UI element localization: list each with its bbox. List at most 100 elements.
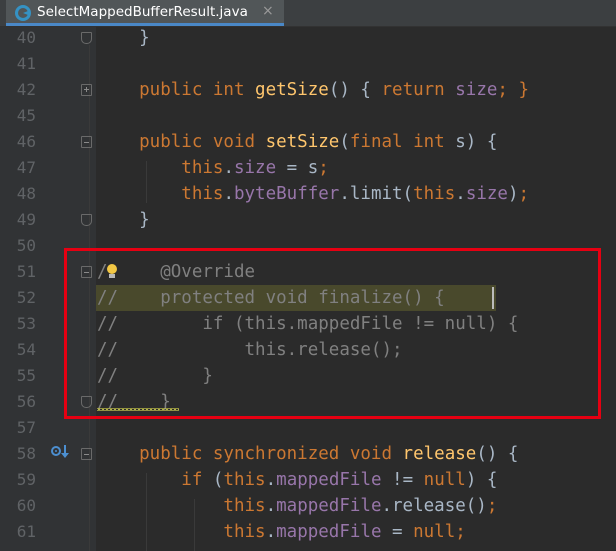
code-token: null (423, 470, 466, 490)
code-line[interactable]: 61 this.mappedFile = null; (0, 519, 616, 545)
close-icon[interactable]: × (262, 3, 274, 19)
code-token: s) { (455, 132, 498, 152)
override-marker-icon[interactable] (50, 443, 72, 465)
code-token: . (223, 184, 234, 204)
code-token: size (465, 184, 508, 204)
code-token: mappedFile (276, 470, 382, 490)
code-token: ; } (497, 80, 530, 100)
line-number: 52 (16, 288, 36, 307)
fold-expand-icon[interactable] (81, 84, 92, 96)
code-text: this.byteBuffer.limit(this.size); (97, 181, 529, 207)
code-text: this.size = s; (97, 155, 329, 181)
code-text: this.mappedFile.release(); (97, 493, 497, 519)
code-line[interactable]: 59 if (this.mappedFile != null) { (0, 467, 616, 493)
code-token: mappedFile (276, 522, 382, 542)
line-number: 54 (16, 340, 36, 359)
code-token: ) { (465, 470, 498, 490)
code-token: public synchronized void (97, 444, 403, 464)
code-token: release (402, 444, 477, 464)
code-line[interactable]: 45 (0, 103, 616, 129)
code-line[interactable]: 47 this.size = s; (0, 155, 616, 181)
line-number: 61 (16, 522, 36, 541)
code-token: size (233, 158, 277, 178)
code-text: } (97, 25, 150, 51)
editor-tab-bar: SelectMappedBufferResult.java × (0, 0, 616, 27)
code-token: setSize (265, 132, 340, 152)
code-token: . (455, 184, 466, 204)
code-token: return (381, 80, 456, 100)
annotation-highlight-box (64, 248, 601, 419)
code-line[interactable]: 58 public synchronized void release() { (0, 441, 616, 467)
line-number: 46 (16, 132, 36, 151)
line-number: 57 (16, 418, 36, 437)
code-token: this (223, 470, 266, 490)
code-token: ; (518, 184, 530, 204)
code-line[interactable]: 48 this.byteBuffer.limit(this.size); (0, 181, 616, 207)
line-number: 41 (16, 54, 36, 73)
java-class-icon (15, 5, 31, 21)
line-number: 58 (16, 444, 36, 463)
code-token: size (455, 80, 498, 100)
code-token: .release() (381, 496, 487, 516)
code-token: ; (455, 522, 466, 542)
code-token: } (97, 210, 150, 230)
code-token: this (97, 184, 224, 204)
code-token: this (97, 496, 266, 516)
code-line[interactable]: 46 public void setSize(final int s) { (0, 129, 616, 155)
code-token: () { (328, 80, 382, 100)
code-token: . (265, 496, 277, 516)
code-token: this (97, 158, 224, 178)
code-token: public void (97, 132, 266, 152)
code-token: . (223, 158, 234, 178)
code-token: this (413, 184, 456, 204)
line-number: 60 (16, 496, 36, 515)
code-token: ; (318, 158, 329, 178)
line-number: 47 (16, 158, 36, 177)
line-number: 56 (16, 392, 36, 411)
code-token: null (413, 522, 456, 542)
tab-title: SelectMappedBufferResult.java (37, 4, 248, 20)
code-text: public synchronized void release() { (97, 441, 518, 467)
code-token: = s (276, 158, 319, 178)
code-line[interactable]: 60 this.mappedFile.release(); (0, 493, 616, 519)
code-token: ( (212, 470, 224, 490)
code-text: this.mappedFile = null; (97, 519, 466, 545)
line-number: 48 (16, 184, 36, 203)
code-token: getSize (255, 80, 329, 100)
code-token: public int (97, 80, 256, 100)
line-number: 42 (16, 80, 36, 99)
editor-tab[interactable]: SelectMappedBufferResult.java × (6, 0, 284, 26)
code-token: . (265, 522, 277, 542)
code-line[interactable]: 49 } (0, 207, 616, 233)
code-token: ; (486, 496, 498, 516)
code-token: . (265, 470, 277, 490)
code-text: } (97, 207, 150, 233)
fold-collapse-icon[interactable] (81, 32, 92, 44)
code-token: .limit( (339, 184, 414, 204)
code-text: public int getSize() { return size; } (97, 77, 529, 103)
code-text: public void setSize(final int s) { (97, 129, 497, 155)
line-number: 50 (16, 236, 36, 255)
code-line[interactable]: 42 public int getSize() { return size; } (0, 77, 616, 103)
line-number: 45 (16, 106, 36, 125)
line-number: 59 (16, 470, 36, 489)
code-line[interactable]: 41 (0, 51, 616, 77)
code-token: if (97, 470, 213, 490)
fold-collapse-icon[interactable] (81, 136, 92, 148)
code-token: this (97, 522, 266, 542)
line-number: 53 (16, 314, 36, 333)
code-token: final int (349, 132, 456, 152)
code-token: ) (507, 184, 519, 204)
line-number: 51 (16, 262, 36, 281)
fold-collapse-icon[interactable] (81, 448, 92, 460)
code-token: byteBuffer (233, 184, 340, 204)
line-number: 55 (16, 366, 36, 385)
fold-collapse-icon[interactable] (81, 214, 92, 226)
code-line[interactable]: 40 } (0, 25, 616, 51)
line-number: 40 (16, 28, 36, 47)
code-token: mappedFile (276, 496, 382, 516)
line-number: 49 (16, 210, 36, 229)
code-text: if (this.mappedFile != null) { (97, 467, 497, 493)
code-token: } (97, 28, 150, 48)
code-token: ( (339, 132, 350, 152)
